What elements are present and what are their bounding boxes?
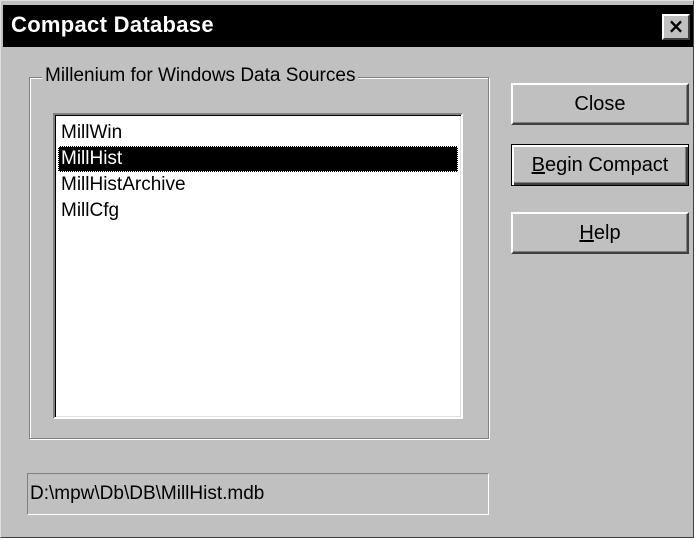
list-item[interactable]: MillHistArchive [58, 172, 458, 198]
database-path-field: D:\mpw\Db\DB\MillHist.mdb [27, 473, 489, 515]
begin-compact-label: egin Compact [544, 154, 669, 176]
help-label: elp [593, 222, 621, 244]
group-label: Millenium for Windows Data Sources [42, 65, 359, 87]
list-item[interactable]: MillCfg [58, 198, 458, 224]
list-item[interactable]: MillHist [58, 146, 458, 172]
close-icon[interactable]: × [662, 14, 690, 40]
close-button[interactable]: Close [511, 83, 689, 125]
compact-database-dialog: Compact Database × Millenium for Windows… [0, 0, 694, 538]
list-item[interactable]: MillWin [58, 120, 458, 146]
title-bar[interactable]: Compact Database × [3, 5, 693, 47]
mnemonic-b: B [531, 154, 545, 176]
begin-compact-button[interactable]: Begin Compact [511, 144, 689, 186]
window-title: Compact Database [11, 12, 214, 37]
mnemonic-h: H [579, 222, 594, 244]
data-source-listbox[interactable]: MillWin MillHist MillHistArchive MillCfg [53, 113, 463, 419]
list-items: MillWin MillHist MillHistArchive MillCfg [58, 120, 458, 224]
help-button[interactable]: Help [511, 212, 689, 254]
